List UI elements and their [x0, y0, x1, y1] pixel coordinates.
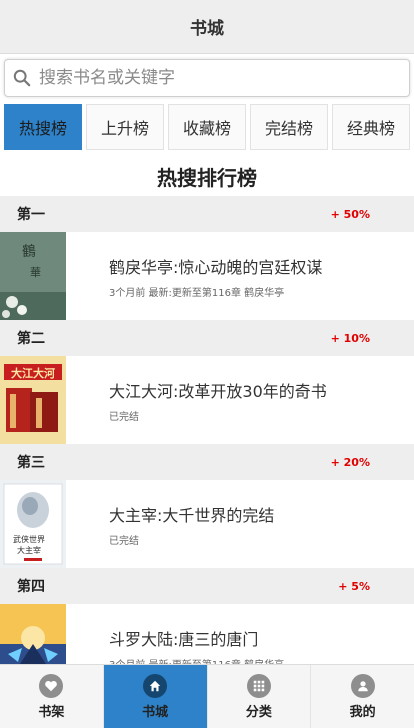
- app-header: 书城: [0, 0, 414, 54]
- rank-header: 第二 + 10%: [0, 320, 414, 356]
- nav-bookstore[interactable]: 书城: [103, 665, 208, 728]
- rank-change: + 50%: [330, 207, 370, 221]
- nav-profile[interactable]: 我的: [311, 665, 414, 728]
- rank-header: 第四 + 5%: [0, 568, 414, 604]
- tab-classic[interactable]: 经典榜: [332, 104, 410, 150]
- tab-label: 经典榜: [346, 119, 395, 138]
- rank-label: 第一: [17, 207, 45, 223]
- book-info: 大江大河:改革开放30年的奇书 已完结: [66, 378, 327, 423]
- book-cover[interactable]: 鶴 華: [0, 232, 66, 320]
- page-title: 书城: [190, 19, 224, 39]
- book-item[interactable]: 武侠世界 大主宰 大主宰:大千世界的完结 已完结: [0, 480, 414, 568]
- search-box[interactable]: [4, 59, 410, 97]
- bottom-nav: 书架 书城 分类 我的: [0, 664, 414, 728]
- tab-completed[interactable]: 完结榜: [250, 104, 328, 150]
- rank-label: 第三: [17, 455, 45, 471]
- nav-label: 分类: [245, 704, 272, 720]
- svg-text:鶴: 鶴: [22, 243, 36, 260]
- rank-header: 第一 + 50%: [0, 196, 414, 232]
- tab-label: 上升榜: [100, 119, 149, 138]
- section-title: 热搜排行榜: [157, 166, 257, 190]
- ranking-list: 第一 + 50% 鶴 華 鹤戾华亭:惊心动魄的宫廷权谋 3个月前 最新:更新至第…: [0, 196, 414, 692]
- book-info: 鹤戾华亭:惊心动魄的宫廷权谋 3个月前 最新:更新至第116章 鹤戾华亭: [66, 254, 322, 299]
- book-title[interactable]: 鹤戾华亭:惊心动魄的宫廷权谋: [109, 254, 322, 278]
- nav-label: 我的: [349, 704, 376, 720]
- nav-label: 书架: [38, 704, 65, 720]
- book-cover[interactable]: 大江大河: [0, 356, 66, 444]
- rank-change: + 5%: [338, 579, 370, 593]
- home-icon: [143, 673, 168, 698]
- svg-text:大主宰: 大主宰: [17, 545, 41, 555]
- user-icon: [350, 673, 375, 698]
- book-meta: 3个月前 最新:更新至第116章 鹤戾华亭: [109, 287, 285, 299]
- svg-text:大江大河: 大江大河: [11, 366, 55, 380]
- book-item[interactable]: 大江大河 大江大河:改革开放30年的奇书 已完结: [0, 356, 414, 444]
- nav-bookshelf[interactable]: 书架: [0, 665, 104, 728]
- book-item[interactable]: 鶴 華 鹤戾华亭:惊心动魄的宫廷权谋 3个月前 最新:更新至第116章 鹤戾华亭: [0, 232, 414, 320]
- tab-label: 完结榜: [264, 119, 313, 138]
- book-title[interactable]: 斗罗大陆:唐三的唐门: [109, 626, 284, 650]
- ranking-tabs: 热搜榜 上升榜 收藏榜 完结榜 经典榜: [0, 104, 414, 150]
- svg-text:武侠世界: 武侠世界: [13, 534, 45, 544]
- tab-label: 热搜榜: [18, 119, 67, 138]
- book-info: 大主宰:大千世界的完结 已完结: [66, 502, 274, 547]
- tab-rising[interactable]: 上升榜: [86, 104, 164, 150]
- nav-label: 书城: [142, 704, 169, 720]
- grid-icon: [246, 673, 271, 698]
- rank-label: 第四: [17, 579, 45, 595]
- book-cover[interactable]: 武侠世界 大主宰: [0, 480, 66, 568]
- rank-change: + 20%: [330, 455, 370, 469]
- book-meta: 已完结: [109, 411, 139, 423]
- heart-icon: [39, 673, 64, 698]
- book-title[interactable]: 大主宰:大千世界的完结: [109, 502, 274, 526]
- svg-text:華: 華: [30, 266, 41, 279]
- rank-label: 第二: [17, 331, 45, 347]
- nav-category[interactable]: 分类: [208, 665, 312, 728]
- tab-label: 收藏榜: [182, 119, 231, 138]
- search-input[interactable]: [39, 68, 409, 88]
- rank-change: + 10%: [330, 331, 370, 345]
- rank-header: 第三 + 20%: [0, 444, 414, 480]
- tab-favorites[interactable]: 收藏榜: [168, 104, 246, 150]
- tab-hot-search[interactable]: 热搜榜: [4, 104, 82, 150]
- book-meta: 已完结: [109, 535, 139, 547]
- search-icon: [13, 69, 31, 87]
- book-title[interactable]: 大江大河:改革开放30年的奇书: [109, 378, 327, 402]
